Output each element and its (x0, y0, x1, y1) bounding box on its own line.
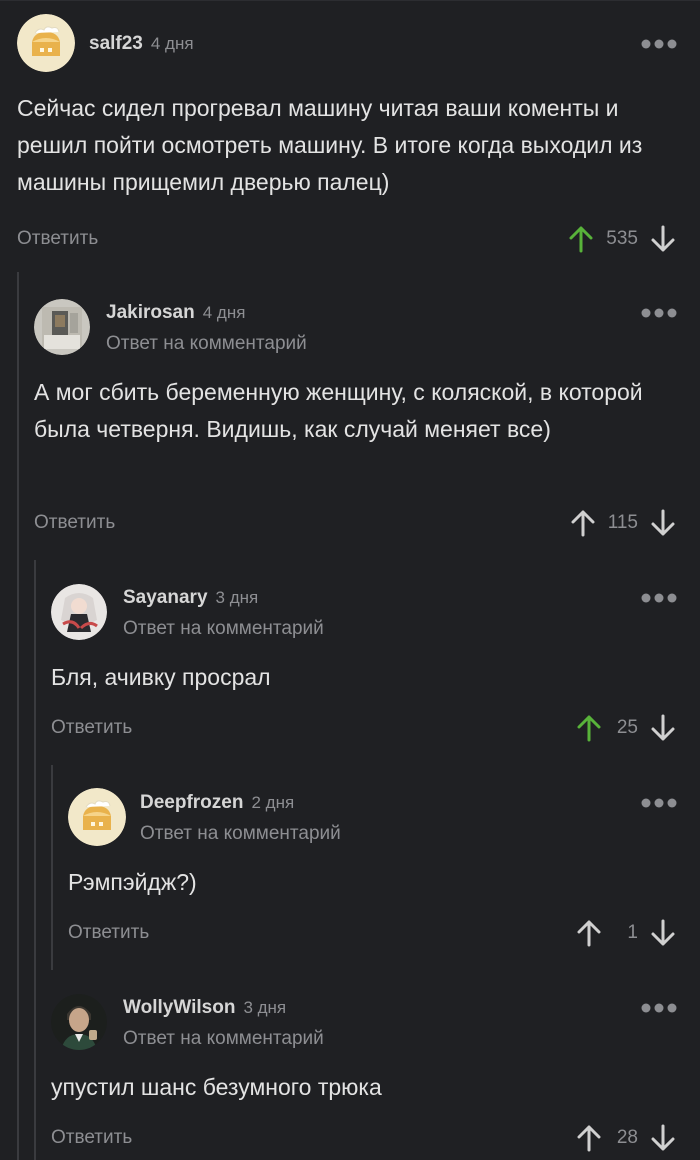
comment-text: Рэмпэйдж?) (68, 869, 197, 895)
username[interactable]: Sayanary (123, 587, 208, 608)
reply-button[interactable]: Ответить (68, 922, 149, 944)
username[interactable]: Deepfrozen (140, 792, 243, 813)
more-options-icon[interactable] (640, 591, 678, 605)
upvote-icon[interactable] (570, 509, 596, 537)
username[interactable]: salf23 (89, 33, 143, 54)
comment-text: упустил шанс безумного трюка (51, 1074, 382, 1100)
photo-avatar-icon[interactable] (34, 299, 90, 355)
downvote-icon[interactable] (650, 714, 676, 742)
vote-score: 1 (627, 922, 638, 943)
comment-date: 4 дня (150, 34, 194, 53)
downvote-icon[interactable] (650, 509, 676, 537)
downvote-icon[interactable] (650, 1124, 676, 1152)
vote-score: 25 (616, 717, 638, 738)
bread-avatar-icon[interactable] (17, 14, 75, 72)
upvote-icon[interactable] (576, 714, 602, 742)
thread-line-level-1 (17, 272, 19, 1160)
reply-button[interactable]: Ответить (51, 1127, 132, 1149)
top-divider (0, 0, 700, 1)
upvote-icon[interactable] (576, 919, 602, 947)
reply-to-label: Ответ на комментарий (123, 618, 324, 639)
anime-avatar-icon[interactable] (51, 584, 107, 640)
upvote-icon[interactable] (576, 1124, 602, 1152)
thread-line-level-3 (51, 765, 53, 970)
reply-to-label: Ответ на комментарий (140, 823, 341, 844)
comment-text: А мог сбить беременную женщину, с коляск… (34, 379, 643, 442)
comment-date: 4 дня (202, 303, 246, 322)
comment-text: Сейчас сидел прогревал машину читая ваши… (17, 95, 643, 195)
vote-score: 28 (616, 1127, 638, 1148)
vote-score: 535 (606, 228, 638, 249)
comment-date: 2 дня (251, 793, 295, 812)
comment-date: 3 дня (243, 998, 287, 1017)
more-options-icon[interactable] (640, 37, 678, 51)
reply-button[interactable]: Ответить (34, 512, 115, 534)
portrait-avatar-icon[interactable] (51, 994, 107, 1050)
downvote-icon[interactable] (650, 919, 676, 947)
bread-avatar-icon[interactable] (68, 788, 126, 846)
vote-controls: 115 (570, 508, 676, 538)
vote-score: 115 (607, 512, 638, 533)
reply-button[interactable]: Ответить (51, 717, 132, 739)
vote-controls: 28 (576, 1123, 676, 1153)
username[interactable]: Jakirosan (106, 302, 195, 323)
comment-date: 3 дня (215, 588, 259, 607)
upvote-icon[interactable] (568, 225, 594, 253)
username[interactable]: WollyWilson (123, 997, 235, 1018)
more-options-icon[interactable] (640, 306, 678, 320)
vote-controls: 1 (576, 918, 676, 948)
more-options-icon[interactable] (640, 1001, 678, 1015)
reply-to-label: Ответ на комментарий (106, 333, 307, 354)
vote-controls: 25 (576, 713, 676, 743)
more-options-icon[interactable] (640, 796, 678, 810)
reply-to-label: Ответ на комментарий (123, 1028, 324, 1049)
thread-line-level-2 (34, 560, 36, 1160)
comment-text: Бля, ачивку просрал (51, 664, 271, 690)
downvote-icon[interactable] (650, 225, 676, 253)
vote-controls: 535 (568, 224, 676, 254)
reply-button[interactable]: Ответить (17, 228, 98, 250)
